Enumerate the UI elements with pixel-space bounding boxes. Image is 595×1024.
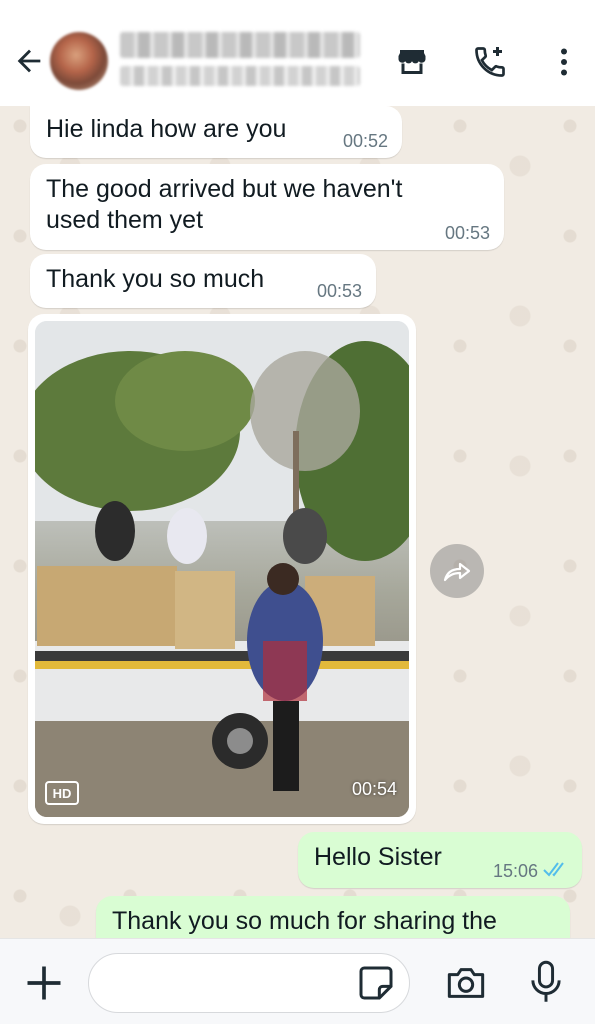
sticker-icon[interactable]: [356, 963, 396, 1003]
message-input-bar: [0, 938, 595, 1024]
chat-header: ████ ██████ ███ ████████ · ██████: [0, 0, 595, 106]
message-time: 00:52: [342, 131, 388, 151]
back-arrow-icon[interactable]: [12, 44, 46, 78]
plus-icon[interactable]: [22, 961, 66, 1005]
forward-icon: [443, 562, 471, 582]
chat-area[interactable]: Hie linda how are you 00:52 The good arr…: [0, 106, 595, 938]
contact-name[interactable]: ████ ██████ ███: [120, 32, 360, 58]
forward-button[interactable]: [430, 544, 484, 598]
message-text: Thank you so much: [46, 265, 265, 293]
message-time: 00:53: [316, 281, 362, 301]
hd-badge: HD: [45, 781, 79, 805]
camera-icon[interactable]: [444, 963, 488, 1003]
incoming-message[interactable]: Hie linda how are you 00:52: [30, 106, 402, 158]
message-text: Thank you so much for sharing the: [112, 907, 497, 935]
message-text: Hie linda how are you: [46, 115, 287, 143]
message-time: 00:53: [444, 223, 490, 243]
incoming-message[interactable]: The good arrived but we haven't used the…: [30, 164, 504, 250]
message-text: The good arrived but we haven't used the…: [46, 175, 403, 234]
read-receipt-icon: [543, 862, 564, 877]
more-vert-icon[interactable]: [546, 44, 582, 80]
contact-avatar[interactable]: [50, 32, 108, 90]
contact-status: ████████ · ██████: [120, 66, 360, 86]
shared-photo[interactable]: HD 00:54: [35, 321, 409, 817]
message-time: 00:54: [351, 779, 397, 799]
message-time: 15:06: [492, 861, 538, 881]
mic-icon[interactable]: [526, 959, 566, 1005]
photo-scene: [35, 321, 409, 817]
store-icon[interactable]: [394, 44, 430, 80]
outgoing-message[interactable]: Hello Sister 15:06: [298, 832, 582, 888]
incoming-message[interactable]: Thank you so much 00:53: [30, 254, 376, 308]
outgoing-message[interactable]: Thank you so much for sharing the: [96, 896, 570, 938]
add-call-icon[interactable]: [472, 44, 508, 80]
incoming-photo-message[interactable]: HD 00:54: [28, 314, 416, 824]
